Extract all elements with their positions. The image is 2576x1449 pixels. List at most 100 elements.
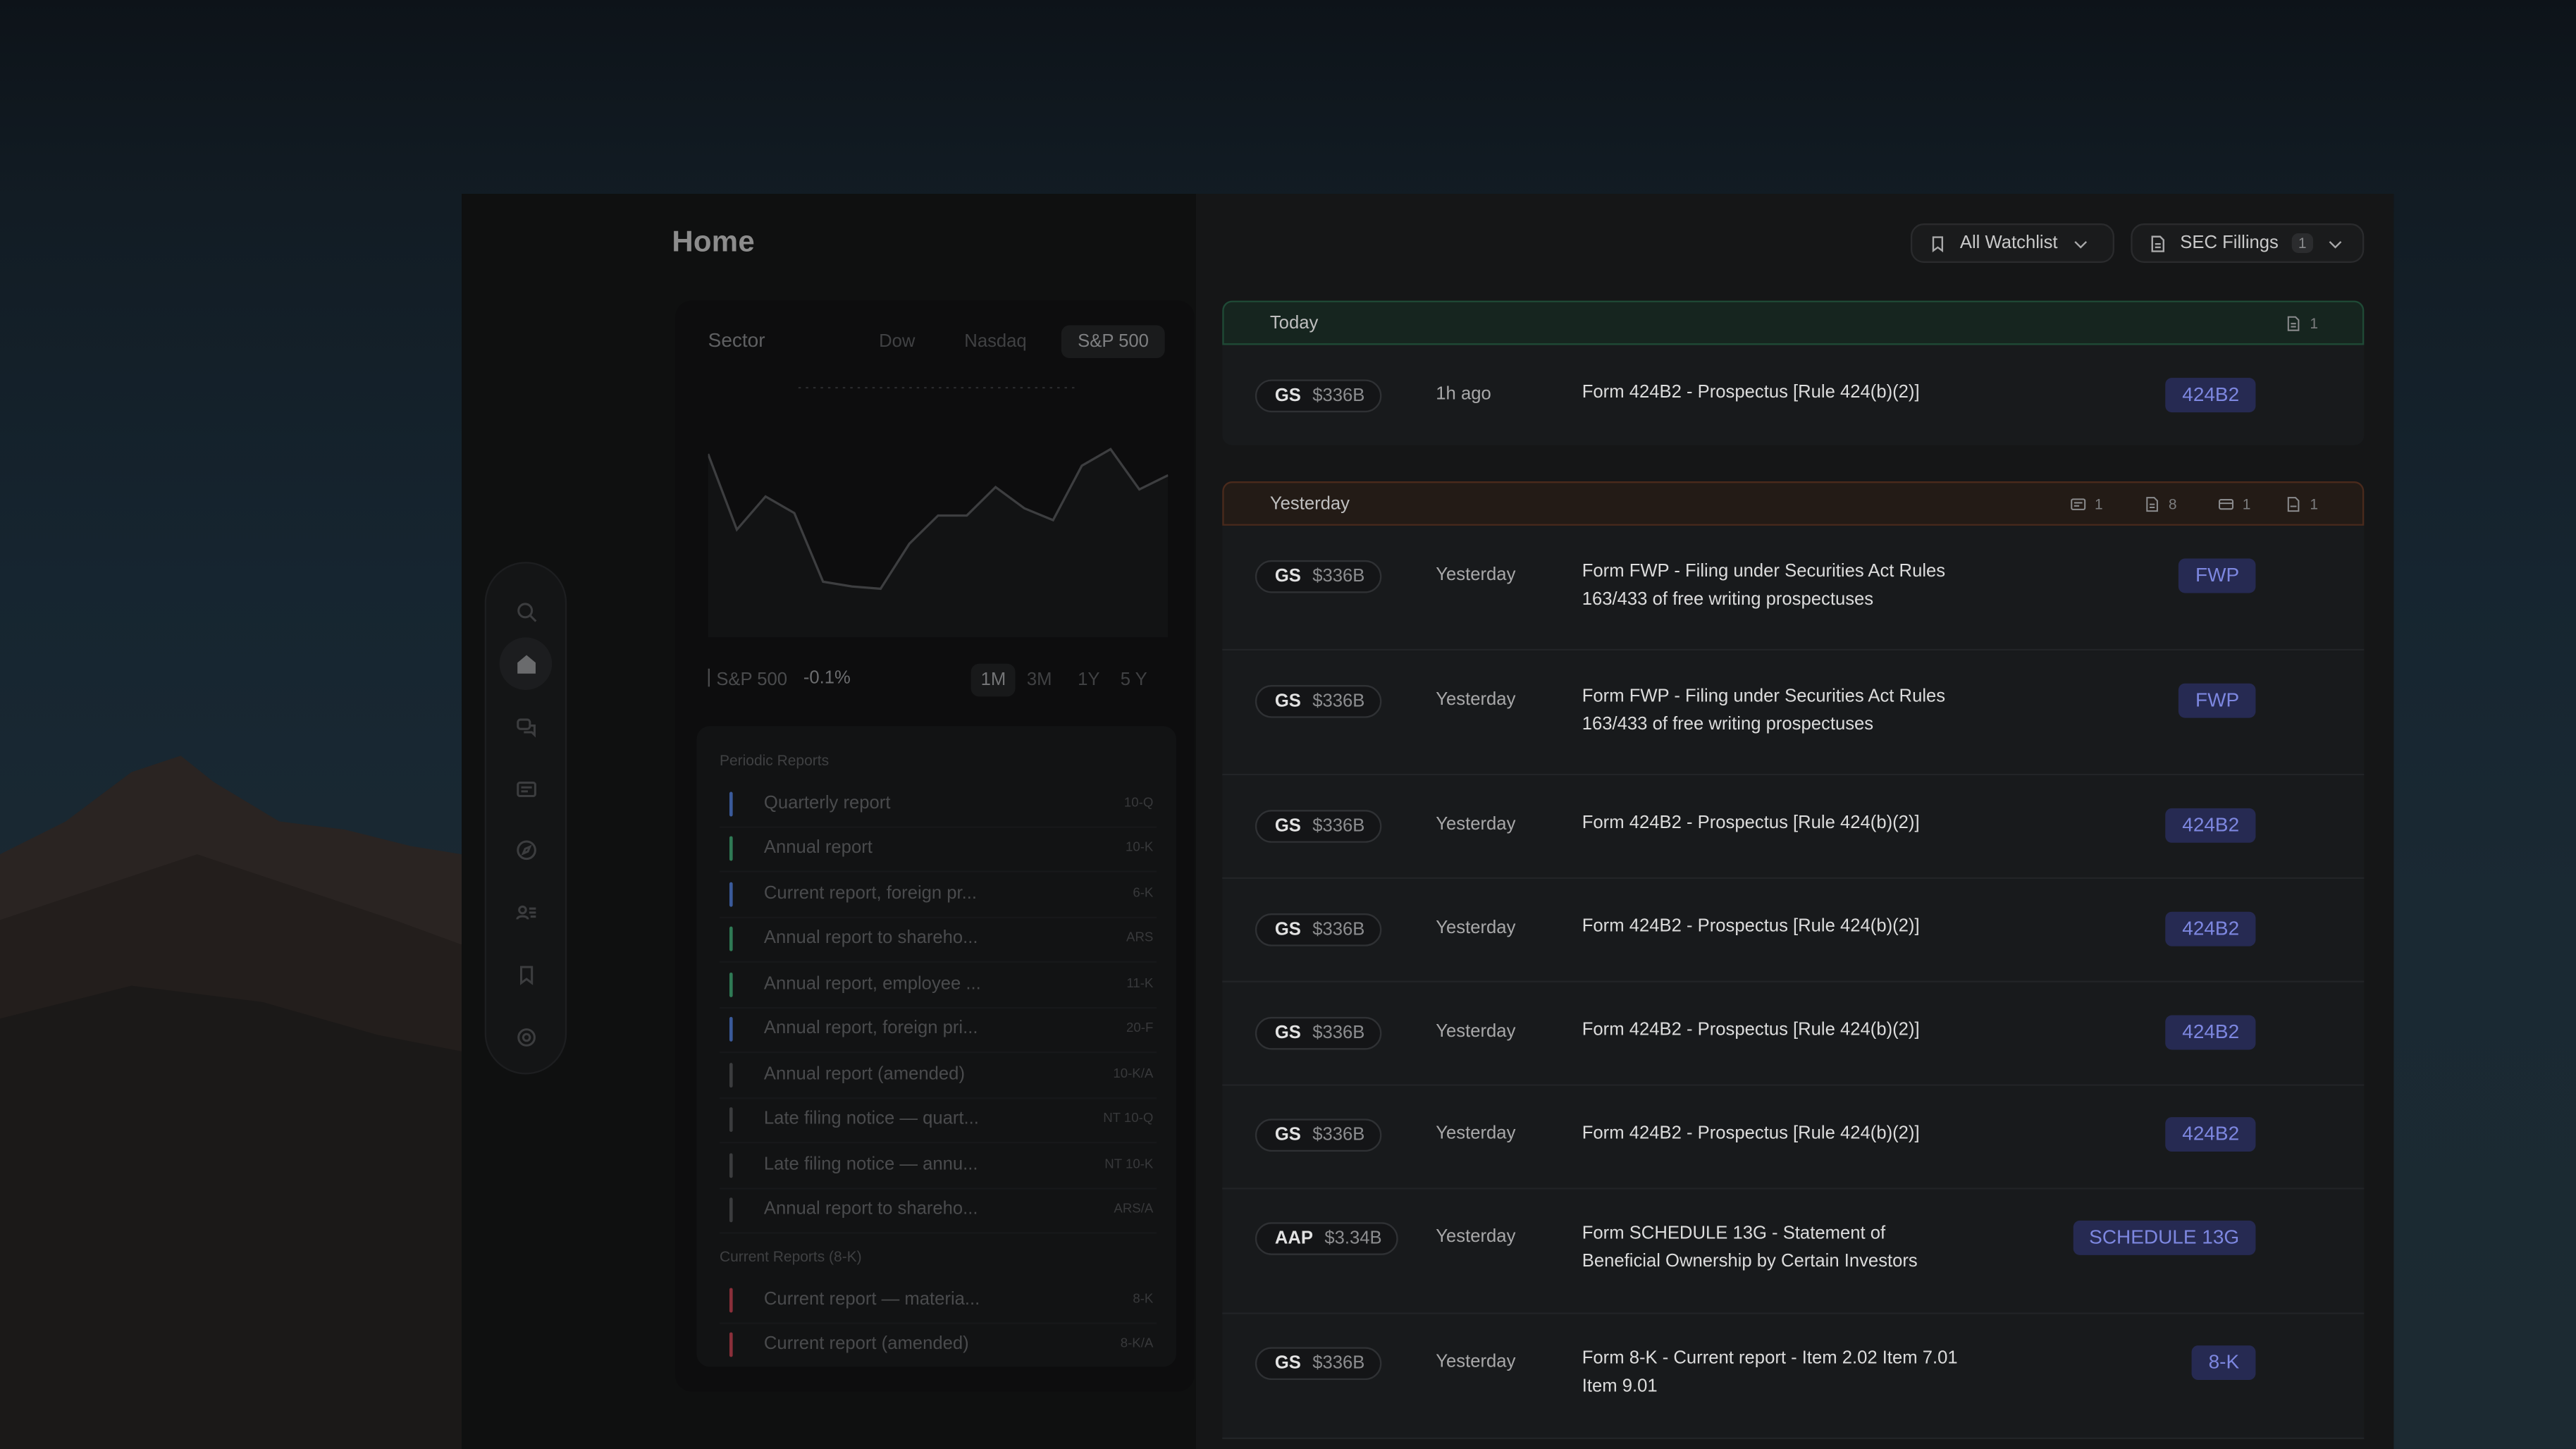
tab-sp500[interactable]: S&P 500 (1061, 325, 1166, 359)
bookmark-icon (1932, 235, 1944, 252)
filing-description: Form 8-K - Current report - Item 2.02 It… (1582, 1348, 1958, 1397)
report-color-mark (729, 791, 733, 817)
sidebar-item-bookmarks[interactable] (500, 948, 553, 1001)
sidebar-item-contacts[interactable] (500, 885, 553, 938)
report-name: Annual report (763, 837, 873, 858)
filing-description: Form FWP - Filing under Securities Act R… (1582, 686, 1946, 734)
document-icon (2151, 235, 2164, 252)
watchlist-dropdown[interactable]: All Watchlist (1910, 223, 2114, 263)
ticker-chip[interactable]: GS $336B (1255, 1118, 1381, 1152)
filing-row[interactable]: GS $336B Yesterday Form 8-K - Current rep… (1222, 1314, 2365, 1439)
report-group-title: Current Reports (8-K) (719, 1248, 862, 1265)
ticker-chip[interactable]: GS $336B (1255, 810, 1381, 843)
form-type-badge[interactable]: SCHEDULE 13G (2072, 1220, 2256, 1255)
form-type-badge[interactable]: 424B2 (2165, 1015, 2256, 1050)
report-item[interactable]: Annual report, foreign pri... 20-F (719, 1007, 1157, 1054)
report-color-mark (729, 836, 733, 861)
report-item[interactable]: Quarterly report 10-Q (719, 782, 1157, 828)
filing-row[interactable]: GS $336B Yesterday Form FWP - Filing unde… (1222, 525, 2365, 651)
report-item[interactable]: Late filing notice — quart... NT 10-Q (719, 1097, 1157, 1144)
report-item[interactable]: Annual report to shareho... ARS/A (719, 1188, 1157, 1234)
filing-description: Form FWP - Filing under Securities Act R… (1582, 562, 1946, 610)
form-type-badge[interactable]: 424B2 (2165, 911, 2256, 947)
form-type-badge[interactable]: 8-K (2192, 1345, 2256, 1381)
report-code: NT 10-K (1104, 1157, 1154, 1172)
tab-nasdaq[interactable]: Nasdaq (948, 326, 1043, 359)
report-item[interactable]: Late filing notice — annu... NT 10-K (719, 1143, 1157, 1190)
compass-icon (516, 839, 536, 859)
news-icon (2071, 498, 2086, 510)
chat-icon (516, 717, 535, 737)
filing-description: Form 424B2 - Prospectus [Rule 424(b)(2)] (1582, 1123, 1920, 1144)
sidebar-item-search[interactable] (500, 585, 553, 638)
report-color-mark (729, 1288, 733, 1313)
report-name: Annual report to shareho... (763, 928, 978, 948)
range-5y[interactable]: 5 Y (1111, 664, 1157, 697)
sidebar-item-chat[interactable] (500, 700, 553, 753)
chevron-down-icon (2329, 240, 2342, 248)
form-type-badge[interactable]: FWP (2178, 683, 2256, 718)
report-group-title: Periodic Reports (719, 752, 830, 769)
sp500-line-chart (708, 386, 1169, 638)
filing-row[interactable]: GS $336B Yesterday Form 424B2 - Prospectu… (1222, 775, 2365, 880)
sidebar-item-news[interactable] (500, 763, 553, 815)
sec-filings-dropdown[interactable]: SEC Fillings 1 (2131, 223, 2365, 263)
filing-description: Form SCHEDULE 13G - Statement of Benefic… (1582, 1223, 1918, 1272)
report-item[interactable]: Current report, foreign pr... 6-K (719, 873, 1157, 919)
report-item[interactable]: Annual report (amended) 10-K/A (719, 1053, 1157, 1099)
page-title: Home (672, 225, 755, 258)
sidebar-item-explore[interactable] (500, 823, 553, 876)
report-name: Annual report, employee ... (763, 974, 981, 994)
filing-description: Form 424B2 - Prospectus [Rule 424(b)(2)] (1582, 916, 1920, 937)
card-count: 1 (2218, 496, 2250, 512)
report-name: Annual report to shareho... (763, 1199, 978, 1219)
report-item[interactable]: Current report (amended) 8-K/A (719, 1322, 1157, 1367)
report-name: Current report (amended) (763, 1333, 969, 1354)
report-color-mark (729, 1107, 733, 1133)
document-icon (2146, 497, 2158, 512)
report-code: 11-K (1126, 975, 1154, 991)
range-1m[interactable]: 1M (970, 663, 1016, 697)
filing-row[interactable]: GS $336B Yesterday Form 424B2 - Prospectu… (1222, 982, 2365, 1086)
form-type-badge[interactable]: 424B2 (2165, 808, 2256, 843)
filing-time: Yesterday (1436, 1021, 1516, 1042)
chevron-down-icon (2073, 240, 2086, 248)
filing-row[interactable]: GS $336B Yesterday Form 424B2 - Prospectu… (1222, 879, 2365, 982)
ticker-chip[interactable]: GS $336B (1255, 560, 1381, 593)
search-icon (517, 602, 536, 622)
ticker-chip[interactable]: GS $336B (1255, 913, 1381, 947)
report-color-mark (729, 1153, 733, 1178)
report-name: Annual report, foreign pri... (763, 1018, 978, 1039)
filing-row[interactable]: GS $336B 1h ago Form 424B2 - Prospectus [… (1222, 345, 2365, 445)
sec-filings-label: SEC Fillings (2180, 233, 2279, 253)
report-item[interactable]: Current report — materia... 8-K (719, 1278, 1157, 1324)
range-1y[interactable]: 1Y (1068, 664, 1109, 697)
range-3m[interactable]: 3M (1017, 664, 1062, 697)
form-type-badge[interactable]: FWP (2178, 558, 2256, 593)
report-color-mark (729, 1016, 733, 1042)
filing-row[interactable]: GS $336B Yesterday Form 424B2 - Prospectu… (1222, 1085, 2365, 1190)
report-code: NT 10-Q (1103, 1110, 1154, 1126)
report-item[interactable]: Annual report 10-K (719, 826, 1157, 873)
filing-description: Form 424B2 - Prospectus [Rule 424(b)(2)] (1582, 383, 1920, 403)
form-type-badge[interactable]: 424B2 (2165, 1117, 2256, 1152)
report-item[interactable]: Annual report to shareho... ARS (719, 917, 1157, 963)
ticker-chip[interactable]: AAP $3.34B (1255, 1222, 1398, 1255)
reports-list: Periodic Reports Quarterly report 10-Q An… (696, 726, 1176, 1367)
ticker-chip[interactable]: GS $336B (1255, 1347, 1381, 1381)
filing-row[interactable]: AAP $3.34B Yesterday Form SCHEDULE 13G - … (1222, 1189, 2365, 1314)
ticker-chip[interactable]: GS $336B (1255, 685, 1381, 718)
document-count: 1 (2285, 316, 2318, 332)
filing-row[interactable]: GS $336B Yesterday Form FWP - Filing unde… (1222, 650, 2365, 776)
news-count: 1 (2070, 496, 2103, 512)
news-icon (516, 780, 536, 796)
ticker-chip[interactable]: GS $336B (1255, 1016, 1381, 1050)
tab-dow[interactable]: Dow (863, 326, 932, 359)
form-type-badge[interactable]: 424B2 (2165, 378, 2256, 413)
report-code: ARS/A (1114, 1200, 1154, 1216)
sidebar-item-home[interactable] (499, 637, 553, 691)
group-label: Yesterday (1269, 494, 1350, 514)
ticker-chip[interactable]: GS $336B (1255, 379, 1381, 413)
report-item[interactable]: Annual report, employee ... 11-K (719, 963, 1157, 1009)
sidebar-item-settings[interactable] (500, 1011, 553, 1063)
